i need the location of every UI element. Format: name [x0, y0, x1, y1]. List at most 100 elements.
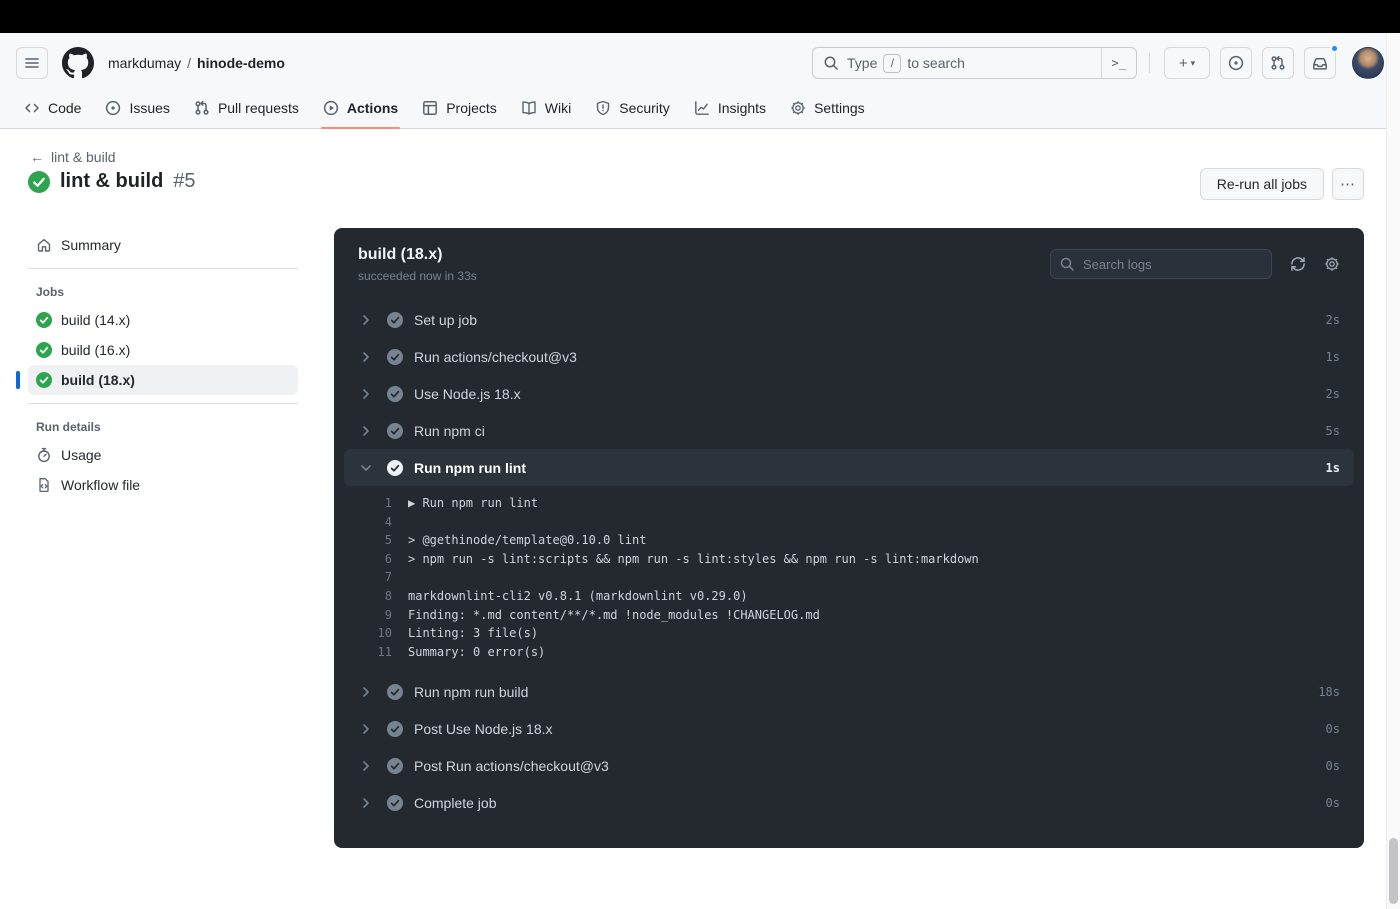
log-line-text: Finding: *.md content/**/*.md !node_modu… — [408, 607, 820, 622]
log-line: 6 > npm run -s lint:scripts && npm run -s… — [334, 550, 1340, 569]
tab-security[interactable]: Security — [587, 94, 678, 122]
success-check-icon — [28, 170, 50, 193]
step-success-icon — [387, 720, 403, 737]
log-line-number[interactable]: 9 — [334, 606, 392, 625]
chevron-right-icon[interactable] — [358, 795, 374, 811]
chevron-down-icon[interactable] — [358, 460, 374, 476]
gear-icon — [790, 100, 806, 116]
steps-list: Set up job 2s Run actions/checkout@v3 1s… — [334, 301, 1364, 821]
page-scrollbar[interactable] — [1386, 33, 1400, 909]
step-duration: 5s — [1325, 423, 1340, 438]
notification-dot — [1330, 44, 1339, 53]
chevron-right-icon[interactable] — [358, 349, 374, 365]
log-line-number[interactable]: 8 — [334, 587, 392, 606]
step-complete-job[interactable]: Complete job 0s — [334, 784, 1364, 821]
step-success-icon — [387, 422, 403, 439]
log-line-number[interactable]: 1 — [334, 494, 392, 513]
back-to-workflow-link[interactable]: ← lint & build — [30, 149, 116, 165]
stopwatch-icon — [36, 447, 52, 463]
step-run-npm-run-build[interactable]: Run npm run build 18s — [334, 673, 1364, 710]
job-label: build (14.x) — [61, 312, 131, 328]
log-settings-button[interactable] — [1324, 256, 1340, 272]
chevron-right-icon[interactable] — [358, 386, 374, 402]
global-search-input[interactable]: Type / to search >_ — [812, 47, 1137, 79]
step-duration: 0s — [1325, 721, 1340, 736]
log-line-number[interactable]: 5 — [334, 531, 392, 550]
step-name: Complete job — [414, 794, 497, 811]
sidebar-divider — [28, 403, 298, 404]
step-duration: 1s — [1325, 349, 1340, 364]
tab-insights[interactable]: Insights — [686, 94, 774, 122]
run-options-button[interactable]: ⋯ — [1332, 168, 1364, 200]
scrollbar-thumb[interactable] — [1389, 838, 1398, 904]
log-line: 5 > @gethinode/template@0.10.0 lint — [334, 531, 1340, 550]
step-use-nodejs[interactable]: Use Node.js 18.x 2s — [334, 375, 1364, 412]
sidebar-item-summary[interactable]: Summary — [28, 230, 298, 260]
breadcrumb-separator: / — [187, 55, 192, 71]
log-line: 9 Finding: *.md content/**/*.md !node_mod… — [334, 606, 1340, 625]
log-line-number[interactable]: 4 — [334, 513, 392, 532]
issues-header-button[interactable] — [1220, 47, 1252, 79]
breadcrumb-repo[interactable]: hinode-demo — [197, 55, 285, 71]
sidebar-job-build-16x[interactable]: build (16.x) — [28, 335, 298, 365]
chevron-right-icon[interactable] — [358, 312, 374, 328]
chevron-right-icon[interactable] — [358, 684, 374, 700]
github-logo-icon[interactable] — [62, 47, 94, 79]
code-icon — [24, 100, 40, 116]
pull-requests-header-button[interactable] — [1262, 47, 1294, 79]
step-run-npm-run-lint[interactable]: Run npm run lint 1s — [344, 449, 1354, 486]
user-avatar[interactable] — [1352, 47, 1384, 79]
step-run-npm-ci[interactable]: Run npm ci 5s — [334, 412, 1364, 449]
log-line-text: > @gethinode/template@0.10.0 lint — [408, 533, 647, 548]
create-new-button[interactable]: + ▾ — [1164, 47, 1210, 79]
home-icon — [36, 237, 52, 253]
log-line-text — [392, 568, 408, 587]
log-line-text: Summary: 0 error(s) — [408, 644, 546, 659]
tab-issues[interactable]: Issues — [97, 94, 177, 122]
tab-pull-requests[interactable]: Pull requests — [186, 94, 307, 122]
github-header: markdumay / hinode-demo Type / to search… — [0, 33, 1400, 129]
book-icon — [521, 100, 537, 116]
step-duration: 2s — [1325, 386, 1340, 401]
success-check-icon — [36, 342, 52, 358]
table-icon — [422, 100, 438, 116]
rerun-all-jobs-button[interactable]: Re-run all jobs — [1199, 168, 1324, 200]
search-logs-input[interactable] — [1050, 249, 1272, 279]
log-line-number[interactable]: 6 — [334, 550, 392, 569]
log-line-number[interactable]: 11 — [334, 643, 392, 662]
back-link-label: lint & build — [51, 149, 116, 165]
log-line-number[interactable]: 7 — [334, 568, 392, 587]
sidebar-item-workflow-file[interactable]: Workflow file — [28, 470, 298, 500]
tab-label: Projects — [446, 100, 497, 116]
sidebar-item-usage[interactable]: Usage — [28, 440, 298, 470]
step-name: Set up job — [414, 311, 478, 328]
inbox-icon — [1312, 55, 1328, 71]
refresh-logs-button[interactable] — [1290, 256, 1306, 272]
tab-actions[interactable]: Actions — [315, 94, 406, 129]
job-log-panel: build (18.x) succeeded now in 33s Search… — [334, 228, 1364, 848]
gear-icon — [1324, 256, 1340, 272]
sidebar-job-build-14x[interactable]: build (14.x) — [28, 305, 298, 335]
hamburger-menu-button[interactable] — [16, 47, 48, 79]
sidebar-job-build-18x[interactable]: build (18.x) — [16, 365, 298, 395]
issue-opened-icon — [1228, 55, 1244, 71]
step-post-run-checkout[interactable]: Post Run actions/checkout@v3 0s — [334, 747, 1364, 784]
step-success-icon — [387, 794, 403, 811]
tab-wiki[interactable]: Wiki — [513, 94, 579, 122]
step-duration: 18s — [1318, 684, 1340, 699]
chevron-right-icon[interactable] — [358, 721, 374, 737]
command-palette-button[interactable]: >_ — [1100, 48, 1136, 78]
tab-settings[interactable]: Settings — [782, 94, 873, 122]
chevron-right-icon[interactable] — [358, 758, 374, 774]
step-post-use-nodejs[interactable]: Post Use Node.js 18.x 0s — [334, 710, 1364, 747]
chevron-right-icon[interactable] — [358, 423, 374, 439]
step-run-checkout[interactable]: Run actions/checkout@v3 1s — [334, 338, 1364, 375]
step-set-up-job[interactable]: Set up job 2s — [334, 301, 1364, 338]
tab-projects[interactable]: Projects — [414, 94, 505, 122]
tab-label: Issues — [129, 100, 170, 116]
search-placeholder: Type / to search — [847, 53, 965, 73]
log-line-number[interactable]: 10 — [334, 624, 392, 643]
tab-label: Wiki — [544, 100, 572, 116]
tab-code[interactable]: Code — [16, 94, 89, 122]
breadcrumb-owner[interactable]: markdumay — [108, 55, 181, 71]
